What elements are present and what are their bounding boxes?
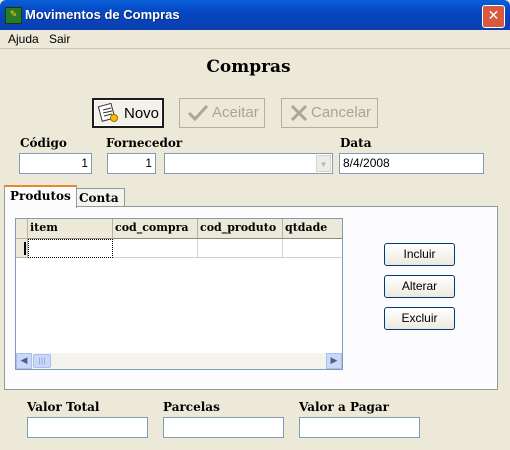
novo-label: Novo bbox=[124, 105, 160, 122]
excluir-button[interactable]: Excluir bbox=[384, 307, 455, 330]
scroll-right-icon[interactable]: ▶ bbox=[326, 353, 342, 369]
check-icon bbox=[187, 104, 209, 126]
cancelar-button[interactable]: Cancelar bbox=[281, 98, 378, 128]
codigo-label: Código bbox=[20, 136, 67, 150]
menu-ajuda[interactable]: Ajuda bbox=[8, 32, 39, 46]
fornecedor-code-field[interactable]: 1 bbox=[107, 153, 156, 174]
menu-bar: Ajuda Sair bbox=[0, 30, 510, 49]
column-header-cod-compra[interactable]: cod_compra bbox=[113, 219, 198, 239]
table-cell[interactable] bbox=[28, 239, 113, 258]
horizontal-scrollbar[interactable]: ◀ ||| ▶ bbox=[16, 353, 342, 369]
parcelas-field[interactable] bbox=[163, 417, 284, 438]
window-title: Movimentos de Compras bbox=[25, 7, 180, 22]
items-grid[interactable]: item cod_compra cod_produto qtdade ◀ |||… bbox=[15, 218, 343, 370]
title-bar[interactable]: ✎ Movimentos de Compras ✕ bbox=[0, 0, 510, 30]
incluir-button[interactable]: Incluir bbox=[384, 243, 455, 266]
cancelar-label: Cancelar bbox=[311, 104, 372, 121]
novo-button[interactable]: Novo bbox=[92, 98, 164, 128]
close-icon[interactable]: ✕ bbox=[482, 5, 505, 28]
tab-conta[interactable]: Conta bbox=[73, 188, 125, 207]
scroll-thumb[interactable]: ||| bbox=[33, 354, 51, 368]
parcelas-label: Parcelas bbox=[163, 400, 220, 414]
codigo-field[interactable]: 1 bbox=[19, 153, 92, 174]
menu-sair[interactable]: Sair bbox=[49, 32, 70, 46]
cancel-x-icon bbox=[289, 104, 309, 126]
alterar-button[interactable]: Alterar bbox=[384, 275, 455, 298]
fornecedor-label: Fornecedor bbox=[106, 136, 183, 150]
data-field[interactable]: 8/4/2008 bbox=[339, 153, 484, 174]
grid-header: item cod_compra cod_produto qtdade bbox=[16, 219, 342, 239]
grid-corner bbox=[16, 219, 28, 239]
data-label: Data bbox=[340, 136, 372, 150]
app-icon[interactable]: ✎ bbox=[5, 7, 22, 24]
main-window: ✎ Movimentos de Compras ✕ Ajuda Sair Com… bbox=[0, 0, 510, 450]
fornecedor-combo[interactable]: ▼ bbox=[164, 153, 333, 174]
valor-pagar-label: Valor a Pagar bbox=[299, 400, 389, 414]
aceitar-label: Aceitar bbox=[212, 104, 259, 121]
column-header-qtdade[interactable]: qtdade bbox=[283, 219, 342, 239]
column-header-cod-produto[interactable]: cod_produto bbox=[198, 219, 283, 239]
chevron-down-icon[interactable]: ▼ bbox=[316, 155, 331, 172]
table-cell[interactable] bbox=[283, 239, 342, 258]
valor-total-field[interactable] bbox=[27, 417, 148, 438]
page-title: Compras bbox=[206, 57, 291, 77]
table-row[interactable] bbox=[16, 239, 342, 258]
valor-total-label: Valor Total bbox=[27, 400, 100, 414]
aceitar-button[interactable]: Aceitar bbox=[179, 98, 265, 128]
tab-produtos[interactable]: Produtos bbox=[4, 185, 77, 208]
column-header-item[interactable]: item bbox=[28, 219, 113, 239]
valor-pagar-field[interactable] bbox=[299, 417, 420, 438]
row-indicator bbox=[16, 239, 28, 258]
document-icon bbox=[97, 102, 119, 127]
table-cell[interactable] bbox=[113, 239, 198, 258]
scroll-left-icon[interactable]: ◀ bbox=[16, 353, 32, 369]
table-cell[interactable] bbox=[198, 239, 283, 258]
